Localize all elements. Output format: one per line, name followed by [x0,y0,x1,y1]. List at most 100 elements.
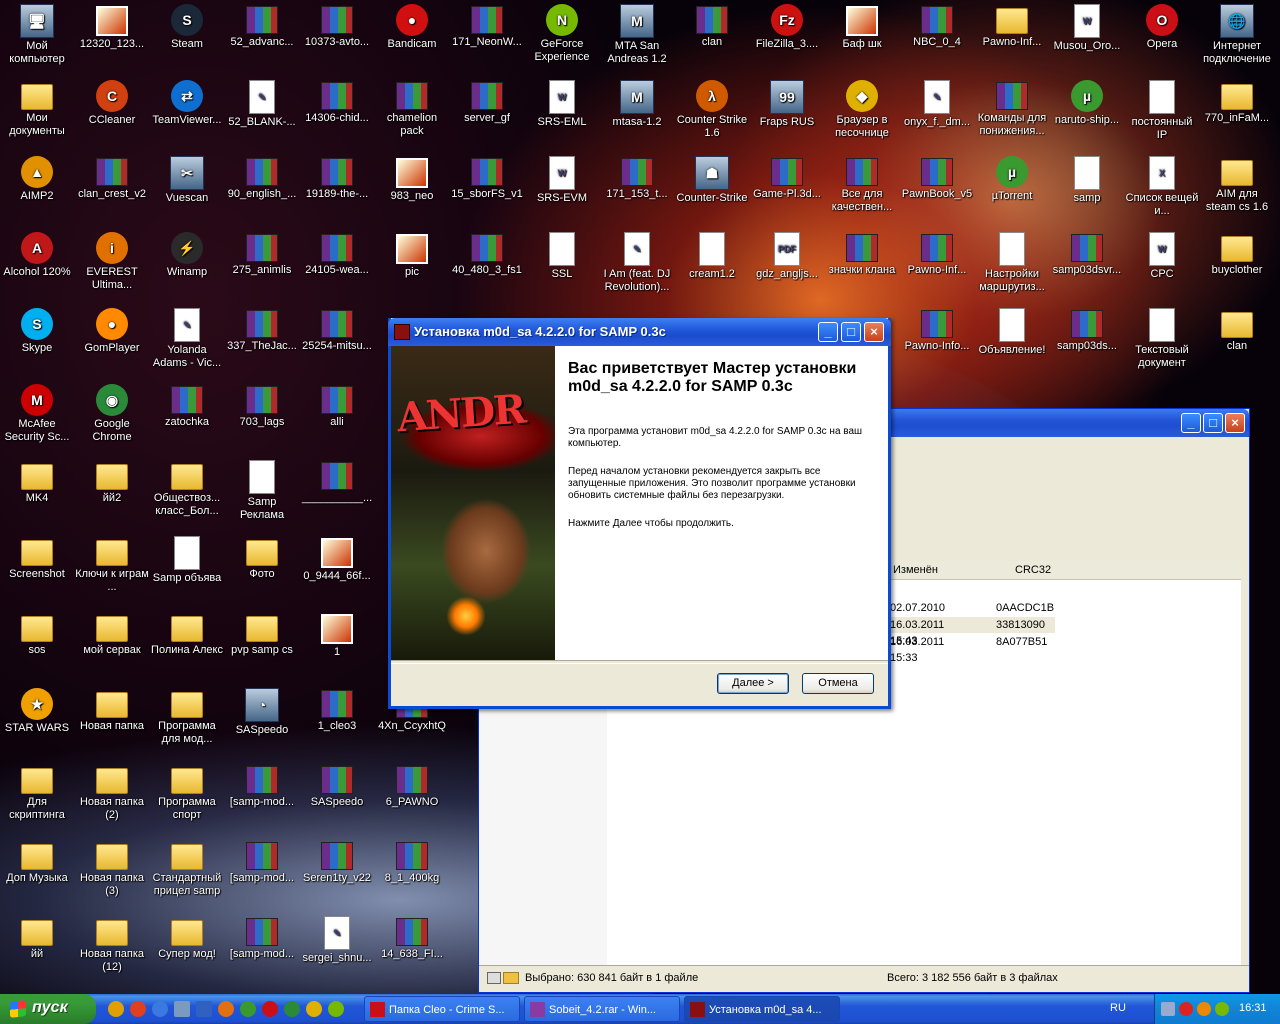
desktop-icon[interactable]: PawnBook_v5 [899,152,975,228]
desktop-icon[interactable]: W SRS-EVM [524,152,600,228]
desktop-icon[interactable]: clan [1199,304,1275,380]
desktop-icon[interactable]: [samp-mod... [224,760,300,836]
minimize-button[interactable]: _ [1181,413,1201,433]
desktop-icon[interactable]: samp [1049,152,1125,228]
network-tray-icon[interactable] [1161,1002,1175,1016]
desktop-icon[interactable]: ⇄ TeamViewer... [149,76,225,152]
app-tray-icon[interactable] [1197,1002,1211,1016]
desktop-icon[interactable]: pvp samp cs [224,608,300,684]
desktop-icon[interactable]: 770_inFaM... [1199,76,1275,152]
desktop-icon[interactable]: ✎ onyx_f._dm... [899,76,975,152]
desktop-icon[interactable]: ● GomPlayer [74,304,150,380]
desktop-icon[interactable]: Samp Реклама [224,456,300,532]
desktop-icon[interactable]: постоянный IP [1124,76,1200,152]
desktop-icon[interactable]: 171_153_t... [599,152,675,228]
installer-titlebar[interactable]: Установка m0d_sa 4.2.2.0 for SAMP 0.3c _… [388,318,891,346]
desktop-icon[interactable]: мой сервак [74,608,150,684]
desktop-icon[interactable]: Все для качествен... [824,152,900,228]
desktop-icon[interactable]: AIM для steam cs 1.6 [1199,152,1275,228]
desktop-icon[interactable]: Стандартный прицел samp [149,836,225,912]
desktop-icon[interactable]: Команды для понижения... [974,76,1050,152]
desktop-icon[interactable]: Screenshot [0,532,75,608]
sandbox-quicklaunch-icon[interactable] [306,1001,322,1017]
desktop-icon[interactable]: Доп Музыка [0,836,75,912]
language-indicator[interactable]: RU [1110,1002,1126,1014]
desktop-icon[interactable]: 99 Fraps RUS [749,76,825,152]
desktop-icon[interactable]: N GeForce Experience [524,0,600,76]
minimize-button[interactable]: _ [818,322,838,342]
desktop-icon[interactable]: Samp объява [149,532,225,608]
desktop-icon[interactable]: Pawno-Inf... [899,228,975,304]
desktop-icon[interactable]: 171_NeonW... [449,0,525,76]
desktop-icon[interactable]: C CCleaner [74,76,150,152]
desktop-icon[interactable]: samp03ds... [1049,304,1125,380]
desktop-icon[interactable]: [samp-mod... [224,836,300,912]
desktop-icon[interactable]: 983_neo [374,152,450,228]
desktop-icon[interactable]: W Musou_Oro... [1049,0,1125,76]
desktop-icon[interactable]: Pawno-Info... [899,304,975,380]
desktop-icon[interactable]: ✎ I Am (feat. DJ Revolution)... [599,228,675,304]
desktop-icon[interactable]: йй [0,912,75,988]
desktop-icon[interactable]: sos [0,608,75,684]
nvidia-quicklaunch-icon[interactable] [328,1001,344,1017]
desktop-icon[interactable]: PDF gdz_angljs... [749,228,825,304]
desktop-icon[interactable]: 19189-the-... [299,152,375,228]
desktop-icon[interactable]: A Alcohol 120% [0,228,75,304]
desktop-icon[interactable]: 703_lags [224,380,300,456]
desktop-icon[interactable]: zatochka [149,380,225,456]
ie-quicklaunch-icon[interactable] [152,1001,168,1017]
desktop-icon[interactable]: server_gf [449,76,525,152]
desktop-icon[interactable]: ★ STAR WARS [0,684,75,760]
desktop-icon[interactable]: 275_animlis [224,228,300,304]
desktop-icon[interactable]: W СРС [1124,228,1200,304]
browser-quicklaunch-icon[interactable] [130,1001,146,1017]
desktop-icon[interactable]: ▲ AIMP2 [0,152,75,228]
start-button[interactable]: пуск [0,994,96,1024]
desktop-icon[interactable]: Мои документы [0,76,75,152]
desktop-icon[interactable]: ⚡ Winamp [149,228,225,304]
desktop-icon[interactable]: Баф шк [824,0,900,76]
close-button[interactable]: × [864,322,884,342]
column-crc32[interactable]: CRC32 [1015,562,1051,578]
desktop-icon[interactable]: Для скриптинга [0,760,75,836]
desktop-icon[interactable]: ✂ Vuescan [149,152,225,228]
desktop-icon[interactable]: Супер мод! [149,912,225,988]
desktop-icon[interactable]: λ Counter Strike 1.6 [674,76,750,152]
desktop-icon[interactable]: S Skype [0,304,75,380]
desktop-icon[interactable]: 8_1_400kg [374,836,450,912]
desktop-icon[interactable]: Объявление! [974,304,1050,380]
desktop-icon[interactable]: 52_advanc... [224,0,300,76]
installer-dialog[interactable]: Установка m0d_sa 4.2.2.0 for SAMP 0.3c _… [388,318,891,709]
desktop-icon[interactable]: S Steam [149,0,225,76]
maximize-button[interactable]: □ [1203,413,1223,433]
desktop-icon[interactable]: Fz FileZilla_3.... [749,0,825,76]
desktop-icon[interactable]: pic [374,228,450,304]
desktop-icon[interactable]: 1 [299,608,375,684]
desktop-icon[interactable]: значки клана [824,228,900,304]
desktop-icon[interactable]: i EVEREST Ultima... [74,228,150,304]
next-button[interactable]: Далее > [717,673,789,694]
desktop-icon[interactable]: 1_cleo3 [299,684,375,760]
desktop-quicklaunch-icon[interactable] [174,1001,190,1017]
desktop-icon[interactable]: 6_PAWNO [374,760,450,836]
desktop-icon[interactable]: Новая папка (3) [74,836,150,912]
desktop-icon[interactable]: Mmtasa-1.2 [599,76,675,152]
desktop-icon[interactable]: Полина Алекс [149,608,225,684]
desktop-icon[interactable]: buyclother [1199,228,1275,304]
chrome-quicklaunch-icon[interactable] [284,1001,300,1017]
desktop-icon[interactable]: clan [674,0,750,76]
desktop-icon[interactable]: Новая папка (2) [74,760,150,836]
desktop-icon[interactable]: ☗ Counter-Strike [674,152,750,228]
desktop-icon[interactable]: chamelion pack [374,76,450,152]
firefox-quicklaunch-icon[interactable] [218,1001,234,1017]
antivirus-tray-icon[interactable] [1179,1002,1193,1016]
desktop-icon[interactable]: 🌐 Интернет подключение [1199,0,1275,76]
desktop-icon[interactable]: M MTA San Andreas 1.2 [599,0,675,76]
close-button[interactable]: × [1225,413,1245,433]
desktop-icon[interactable]: ● Bandicam [374,0,450,76]
maximize-button[interactable]: □ [841,322,861,342]
desktop-icon[interactable]: ◉ Google Chrome [74,380,150,456]
desktop-icon[interactable]: 90_english_... [224,152,300,228]
desktop-icon[interactable]: SSL [524,228,600,304]
desktop-icon[interactable]: 14306-chid... [299,76,375,152]
